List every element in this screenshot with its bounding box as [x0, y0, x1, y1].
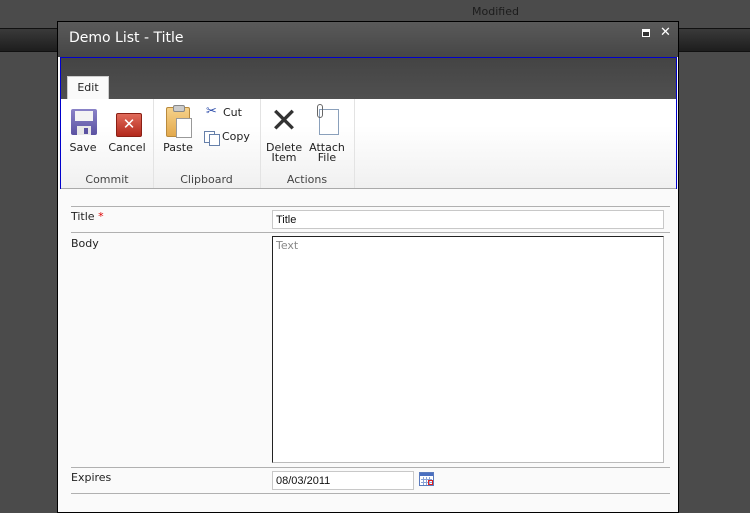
save-button[interactable]: Save [67, 105, 99, 153]
maximize-icon [642, 29, 650, 37]
copy-icon [203, 129, 220, 146]
calendar-icon[interactable] [419, 472, 434, 486]
cancel-button[interactable]: ✕ Cancel [108, 105, 146, 153]
title-label: Title * [71, 210, 104, 223]
background-column-header: Modified [472, 5, 519, 18]
paste-icon [166, 105, 192, 138]
divider [71, 467, 670, 468]
title-input[interactable] [272, 210, 664, 229]
close-button[interactable]: ✕ [660, 25, 672, 40]
expires-date-input[interactable] [272, 471, 414, 490]
divider [71, 232, 670, 233]
maximize-button[interactable] [641, 28, 653, 40]
copy-button[interactable]: Copy [203, 129, 250, 146]
body-textarea[interactable]: Text [272, 236, 664, 463]
dialog-title: Demo List - Title [69, 30, 184, 46]
delete-item-button[interactable]: ✕ Delete Item [266, 101, 302, 164]
edit-item-dialog: Demo List - Title ✕ Edit Save ✕ Cancel C… [57, 21, 679, 513]
save-label: Save [69, 141, 97, 154]
paste-label: Paste [163, 141, 193, 154]
body-label: Body [71, 237, 99, 250]
ribbon-tab-row: Edit [61, 58, 676, 101]
close-icon: ✕ [660, 25, 671, 40]
dialog-titlebar: Demo List - Title ✕ [58, 22, 678, 57]
attach-file-button[interactable]: Attach File [308, 104, 346, 164]
ribbon-group-actions: ✕ Delete Item Attach File Actions [260, 99, 355, 188]
cut-label: Cut [223, 106, 242, 119]
copy-label: Copy [222, 130, 250, 143]
group-label-clipboard: Clipboard [180, 173, 233, 186]
group-label-commit: Commit [85, 173, 129, 186]
ribbon-group-clipboard: Paste ✂ Cut Copy Clipboard [153, 99, 261, 188]
cut-button[interactable]: ✂ Cut [204, 104, 242, 121]
expires-label: Expires [71, 471, 112, 484]
cancel-label: Cancel [108, 141, 146, 154]
cut-icon: ✂ [206, 104, 217, 119]
cancel-icon: ✕ [116, 113, 142, 137]
ribbon-group-commit: Save ✕ Cancel Commit [61, 99, 154, 188]
delete-icon: ✕ [269, 101, 299, 141]
divider [71, 493, 670, 494]
attach-icon [317, 104, 339, 135]
paste-button[interactable]: Paste [161, 105, 195, 153]
ribbon-body: Save ✕ Cancel Commit Paste ✂ Cut Copy Cl… [61, 99, 676, 189]
ribbon: Edit Save ✕ Cancel Commit Paste ✂ Cut Co… [60, 57, 677, 189]
required-marker: * [98, 210, 104, 223]
tab-edit[interactable]: Edit [67, 76, 109, 101]
divider [71, 206, 670, 207]
group-label-actions: Actions [286, 173, 328, 186]
delete-label-line2: Item [271, 151, 297, 164]
save-icon [71, 109, 97, 135]
attach-label-line2: File [317, 151, 337, 164]
